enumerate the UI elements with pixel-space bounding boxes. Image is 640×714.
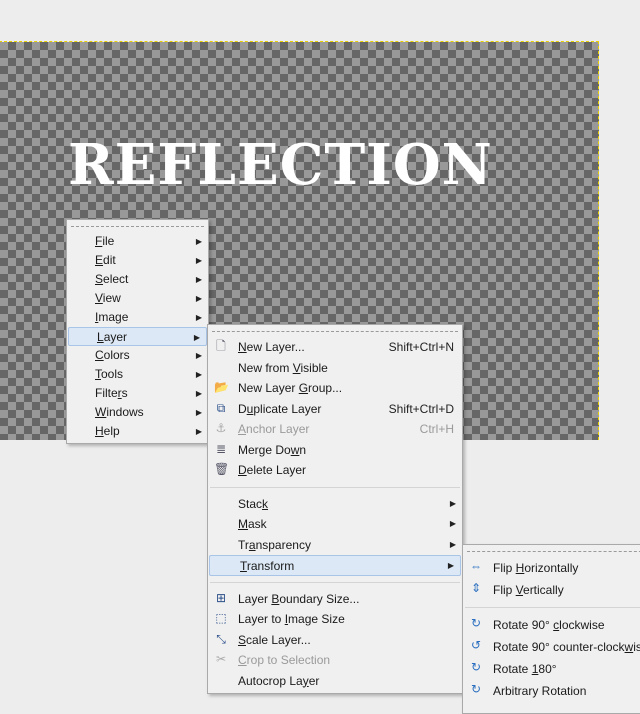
arbitrary-rotation-item[interactable]: ↻ Arbitrary Rotation	[463, 680, 640, 702]
submenu-arrow-icon: ▶	[449, 498, 456, 508]
new-from-visible-item[interactable]: New from Visible	[208, 358, 462, 379]
merge-down-icon: ≣	[215, 441, 227, 456]
layer-submenu: 🗋 New Layer... Shift+Ctrl+N New from Vis…	[207, 324, 463, 694]
menu-edit[interactable]: Edit ▶	[67, 251, 208, 270]
delete-layer-item[interactable]: 🗑 Delete Layer	[208, 460, 462, 481]
menu-view[interactable]: View ▶	[67, 289, 208, 308]
tearoff-line[interactable]	[67, 220, 208, 232]
anchor-layer-item[interactable]: ⚓ Anchor Layer Ctrl+H	[208, 419, 462, 440]
submenu-arrow-icon: ▶	[195, 313, 202, 322]
tearoff-line[interactable]	[208, 325, 462, 337]
submenu-arrow-icon: ▶	[449, 539, 456, 549]
image-context-menu: File ▶ Edit ▶ Select ▶ View ▶ Image ▶ La…	[66, 219, 209, 444]
scale-layer-item[interactable]: ⤡ Scale Layer...	[208, 630, 462, 651]
scale-icon: ⤡	[216, 631, 226, 646]
boundary-size-icon: ⊞	[215, 590, 227, 605]
flip-vertically-item[interactable]: ⇕ Flip Vertically	[463, 579, 640, 601]
menu-separator	[465, 607, 640, 608]
flip-vertical-icon: ⇕	[470, 581, 482, 595]
transform-item[interactable]: Transform ▶	[209, 555, 461, 576]
menu-select[interactable]: Select ▶	[67, 270, 208, 289]
new-layer-icon: 🗋	[216, 339, 226, 353]
trash-icon: 🗑	[214, 462, 230, 476]
submenu-arrow-icon: ▶	[195, 256, 202, 265]
layer-to-image-size-item[interactable]: ⬚ Layer to Image Size	[208, 609, 462, 630]
shortcut-label: Shift+Ctrl+N	[388, 340, 454, 354]
menu-file[interactable]: File ▶	[67, 232, 208, 251]
submenu-arrow-icon: ▶	[195, 294, 202, 303]
new-layer-item[interactable]: 🗋 New Layer... Shift+Ctrl+N	[208, 337, 462, 358]
autocrop-layer-item[interactable]: Autocrop Layer	[208, 671, 462, 692]
duplicate-icon: ⧉	[216, 400, 226, 415]
flip-horizontally-item[interactable]: ⇔ Flip Horizontally	[463, 557, 640, 579]
rotate-180-item[interactable]: ↻ Rotate 180°	[463, 658, 640, 680]
submenu-arrow-icon: ▶	[195, 427, 202, 436]
folder-icon: 📂	[214, 380, 229, 394]
new-layer-group-item[interactable]: 📂 New Layer Group...	[208, 378, 462, 399]
flip-horizontal-icon: ⇔	[470, 559, 482, 573]
menu-windows[interactable]: Windows ▶	[67, 403, 208, 422]
menu-tools[interactable]: Tools ▶	[67, 365, 208, 384]
duplicate-layer-item[interactable]: ⧉ Duplicate Layer Shift+Ctrl+D	[208, 399, 462, 420]
arbitrary-rotation-icon: ↻	[470, 682, 482, 696]
transparency-item[interactable]: Transparency ▶	[208, 535, 462, 556]
mask-item[interactable]: Mask ▶	[208, 514, 462, 535]
menu-image[interactable]: Image ▶	[67, 308, 208, 327]
menu-layer[interactable]: Layer ▶	[68, 327, 207, 346]
menu-help[interactable]: Help ▶	[67, 422, 208, 441]
tearoff-line[interactable]	[463, 545, 640, 557]
layer-boundary-size-item[interactable]: ⊞ Layer Boundary Size...	[208, 589, 462, 610]
rotate-180-icon: ↻	[470, 660, 482, 674]
menu-filters[interactable]: Filters ▶	[67, 384, 208, 403]
menu-colors[interactable]: Colors ▶	[67, 346, 208, 365]
submenu-arrow-icon: ▶	[195, 408, 202, 417]
transform-submenu: ⇔ Flip Horizontally ⇕ Flip Vertically ↻ …	[462, 544, 640, 714]
layer-to-image-icon: ⬚	[215, 611, 227, 625]
menu-separator	[210, 486, 460, 488]
submenu-arrow-icon: ▶	[195, 351, 202, 360]
submenu-arrow-icon: ▶	[193, 333, 200, 342]
crop-icon: ✂	[215, 652, 227, 666]
submenu-arrow-icon: ▶	[195, 237, 202, 246]
submenu-arrow-icon: ▶	[195, 275, 202, 284]
rotate-clockwise-icon: ↻	[470, 616, 482, 630]
merge-down-item[interactable]: ≣ Merge Down	[208, 440, 462, 461]
submenu-arrow-icon: ▶	[449, 519, 456, 528]
reflection-text-layer: REFLECTION	[68, 132, 493, 198]
rotate-counterclockwise-icon: ↺	[470, 638, 482, 652]
shortcut-label: Shift+Ctrl+D	[388, 401, 454, 416]
submenu-arrow-icon: ▶	[195, 389, 202, 398]
submenu-arrow-icon: ▶	[447, 561, 454, 570]
submenu-arrow-icon: ▶	[195, 370, 202, 379]
shortcut-label: Ctrl+H	[419, 422, 454, 436]
stack-item[interactable]: Stack ▶	[208, 494, 462, 515]
anchor-icon: ⚓	[215, 421, 227, 435]
crop-to-selection-item[interactable]: ✂ Crop to Selection	[208, 650, 462, 671]
menu-separator	[210, 581, 460, 583]
rotate-cw-item[interactable]: ↻ Rotate 90° clockwise	[463, 614, 640, 636]
rotate-ccw-item[interactable]: ↺ Rotate 90° counter-clockwise	[463, 636, 640, 658]
